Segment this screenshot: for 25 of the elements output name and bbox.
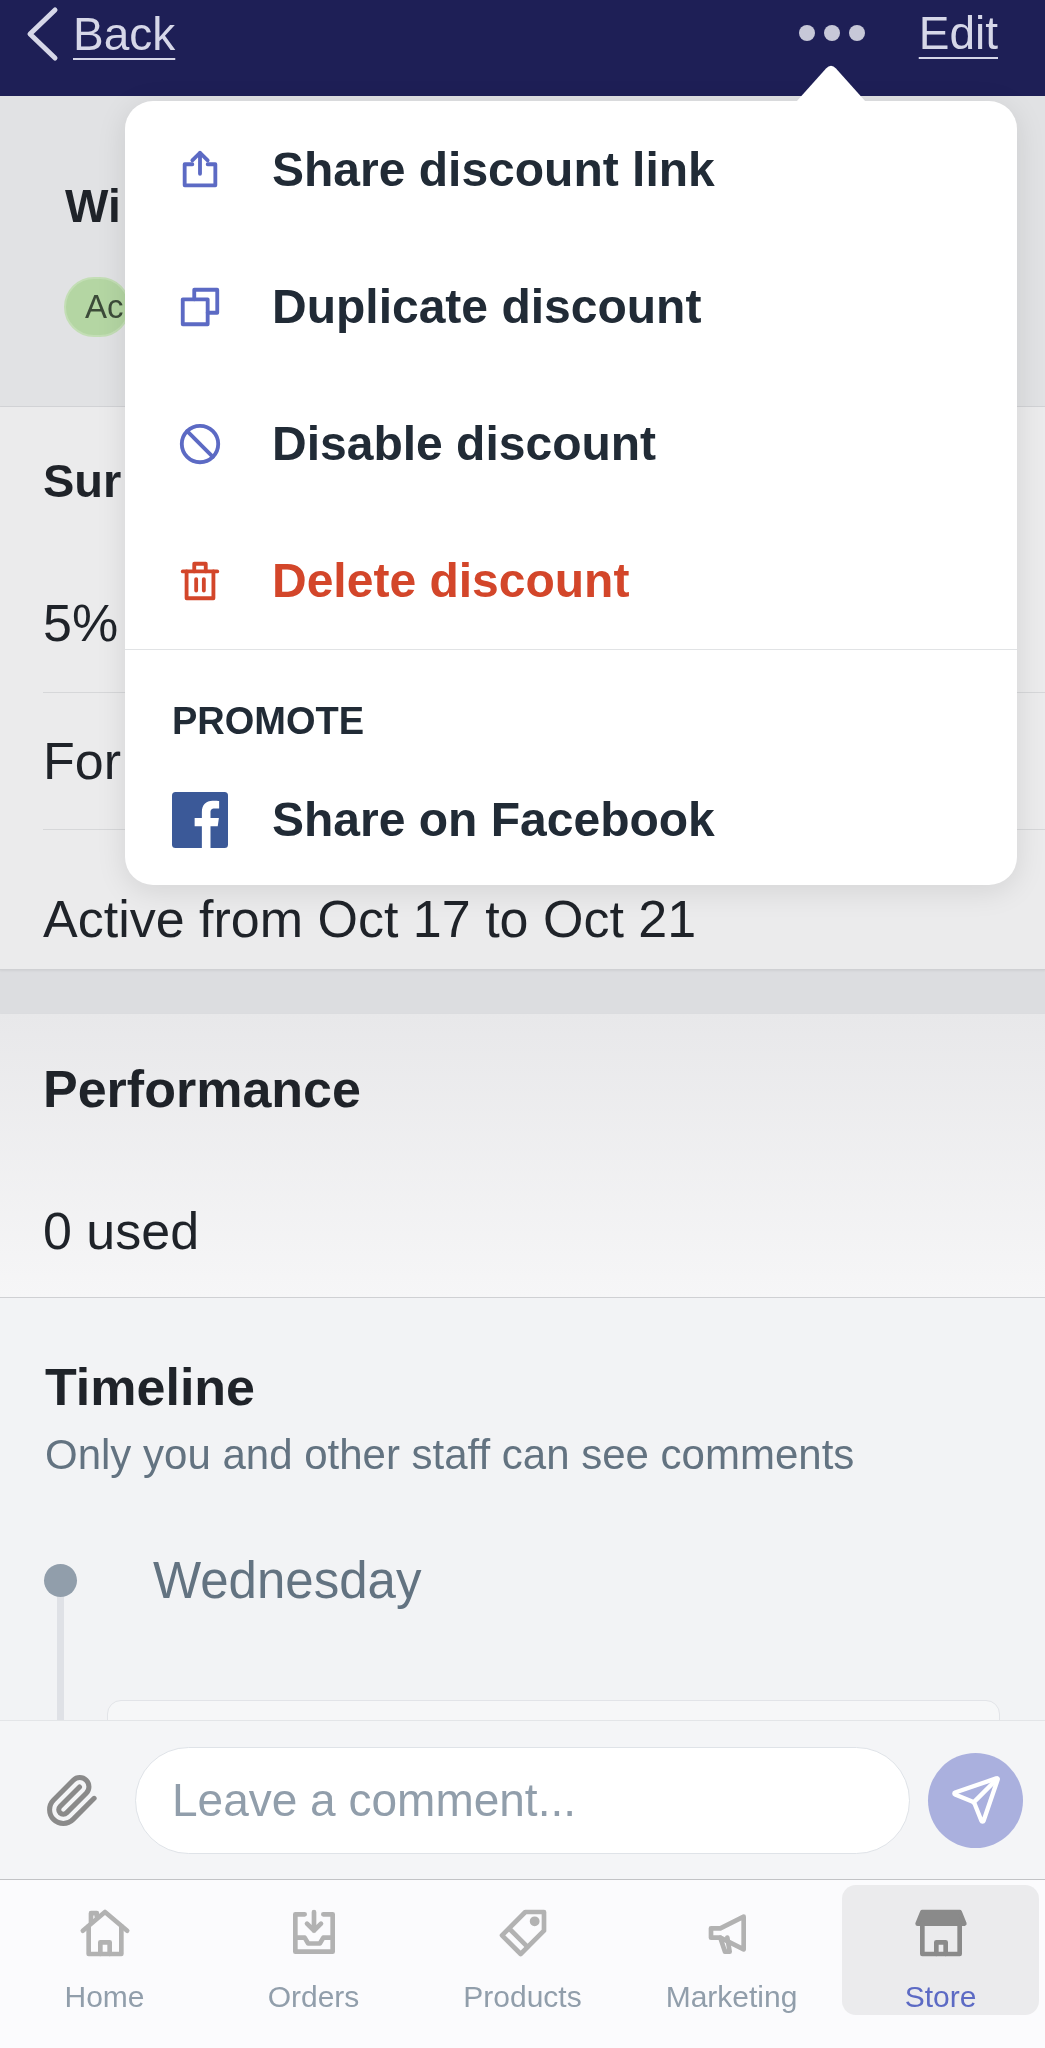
- menu-item[interactable]: Share on Facebook: [125, 758, 1017, 881]
- detail-text: For: [43, 735, 121, 787]
- menu-item[interactable]: Share discount link: [125, 101, 1017, 238]
- chevron-left-icon: [25, 6, 59, 62]
- card-heading: Sur: [43, 452, 122, 509]
- timeline-dot-icon: [44, 1564, 77, 1597]
- back-button[interactable]: Back: [25, 6, 176, 62]
- card-heading: Performance: [43, 1058, 361, 1120]
- section-heading: PROMOTE: [172, 699, 365, 744]
- edit-link[interactable]: Edit: [918, 6, 998, 60]
- date-label: Wednesday: [152, 1551, 423, 1611]
- detail-text: 5%: [43, 597, 119, 649]
- menu-item[interactable]: Delete discount: [125, 512, 1017, 649]
- more-icon[interactable]: [798, 25, 865, 41]
- paper-plane-icon: [949, 1774, 1002, 1826]
- detail-text: 0 used: [43, 1205, 200, 1257]
- detail-text: Active from Oct 17 to Oct 21: [43, 893, 697, 945]
- tab[interactable]: Store: [842, 1885, 1039, 2015]
- discount-title: Wi: [65, 179, 121, 234]
- f-square-icon: [172, 791, 228, 848]
- timeline-subtitle: Only you and other staff can see comments: [45, 1430, 856, 1480]
- paperclip-icon[interactable]: [45, 1772, 100, 1828]
- comment-field[interactable]: Leave a comment...: [135, 1746, 910, 1854]
- menu-item[interactable]: Disable discount: [125, 375, 1017, 512]
- timeline-heading: Timeline: [45, 1357, 256, 1418]
